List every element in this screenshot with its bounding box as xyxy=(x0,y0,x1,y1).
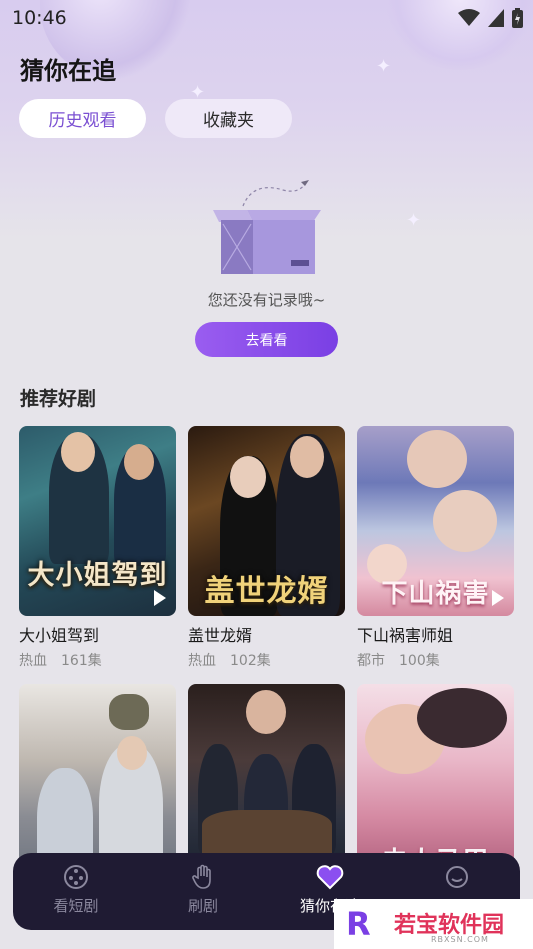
watermark-logo: R xyxy=(346,905,371,943)
status-bar: 10:46 xyxy=(0,0,533,36)
go-browse-button[interactable]: 去看看 xyxy=(195,322,338,357)
drama-card[interactable] xyxy=(19,684,176,874)
empty-box-illustration xyxy=(213,180,321,274)
watermark-site: RBXSN.COM xyxy=(431,935,489,944)
poster-figure xyxy=(433,490,497,552)
drama-episodes: 102集 xyxy=(230,653,271,669)
drama-poster[interactable]: 夫人马甲 xyxy=(357,684,514,874)
drama-poster[interactable] xyxy=(188,684,345,874)
drama-meta: 都市 100集 xyxy=(357,650,514,670)
drama-card[interactable]: 下山祸害 下山祸害师姐 都市 100集 xyxy=(357,426,514,670)
poster-figure xyxy=(109,694,149,730)
drama-poster[interactable]: 下山祸害 xyxy=(357,426,514,616)
drama-meta: 热血 102集 xyxy=(188,650,345,670)
poster-title: 下山祸害 xyxy=(381,579,490,609)
nav-item-swipe[interactable]: 刷剧 xyxy=(153,863,253,916)
drama-genre: 都市 xyxy=(357,653,385,669)
poster-figure xyxy=(407,430,467,488)
drama-card[interactable]: 大小姐驾到 大小姐驾到 热血 161集 xyxy=(19,426,176,670)
poster-figure xyxy=(246,690,286,734)
tab-history[interactable]: 历史观看 xyxy=(19,99,146,138)
drama-poster[interactable]: 盖世龙婿 xyxy=(188,426,345,616)
nav-item-short-drama[interactable]: 看短剧 xyxy=(26,863,126,916)
drama-genre: 热血 xyxy=(19,653,47,669)
drama-poster[interactable] xyxy=(19,684,176,874)
drama-title: 盖世龙婿 xyxy=(188,626,253,645)
section-title: 推荐好剧 xyxy=(20,388,97,410)
poster-figure xyxy=(230,456,266,498)
poster-figure xyxy=(124,444,154,480)
nav-label: 看短剧 xyxy=(53,897,99,915)
poster-title: 大小姐驾到 xyxy=(27,560,168,591)
play-icon xyxy=(492,590,504,606)
watermark: R 若宝软件园 RBXSN.COM xyxy=(334,899,533,949)
drama-episodes: 100集 xyxy=(399,653,440,669)
drama-episodes: 161集 xyxy=(61,653,102,669)
hand-swipe-icon xyxy=(192,864,211,889)
drama-meta: 热血 161集 xyxy=(19,650,176,670)
poster-figure xyxy=(417,688,507,748)
status-icons xyxy=(458,8,523,28)
wifi-icon xyxy=(458,9,480,26)
sparkle-icon: ✦ xyxy=(406,210,422,231)
cell-signal-icon xyxy=(488,9,504,27)
nav-label: 刷剧 xyxy=(187,897,218,915)
nav-item-profile[interactable] xyxy=(407,863,507,895)
play-icon xyxy=(154,590,166,606)
poster-title: 盖世龙婿 xyxy=(204,574,329,609)
status-time: 10:46 xyxy=(12,7,67,29)
heart-icon xyxy=(316,865,344,890)
poster-figure xyxy=(61,432,95,472)
drama-title: 下山祸害师姐 xyxy=(357,626,454,645)
battery-icon xyxy=(512,8,523,28)
tab-favorites[interactable]: 收藏夹 xyxy=(165,99,292,138)
drama-genre: 热血 xyxy=(188,653,216,669)
drama-title: 大小姐驾到 xyxy=(19,626,100,645)
profile-icon xyxy=(446,866,468,888)
film-reel-icon xyxy=(64,865,88,889)
poster-figure xyxy=(290,436,324,478)
empty-state-message: 您还没有记录哦~ xyxy=(207,291,326,309)
sparkle-icon: ✦ xyxy=(376,56,392,77)
tab-bar: 历史观看 收藏夹 xyxy=(19,99,292,138)
drama-poster[interactable]: 大小姐驾到 xyxy=(19,426,176,616)
poster-figure xyxy=(117,736,147,770)
drama-card[interactable] xyxy=(188,684,345,874)
drama-card[interactable]: 夫人马甲 xyxy=(357,684,514,874)
page-title: 猜你在追 xyxy=(20,57,116,85)
drama-card[interactable]: 盖世龙婿 盖世龙婿 热血 102集 xyxy=(188,426,345,670)
